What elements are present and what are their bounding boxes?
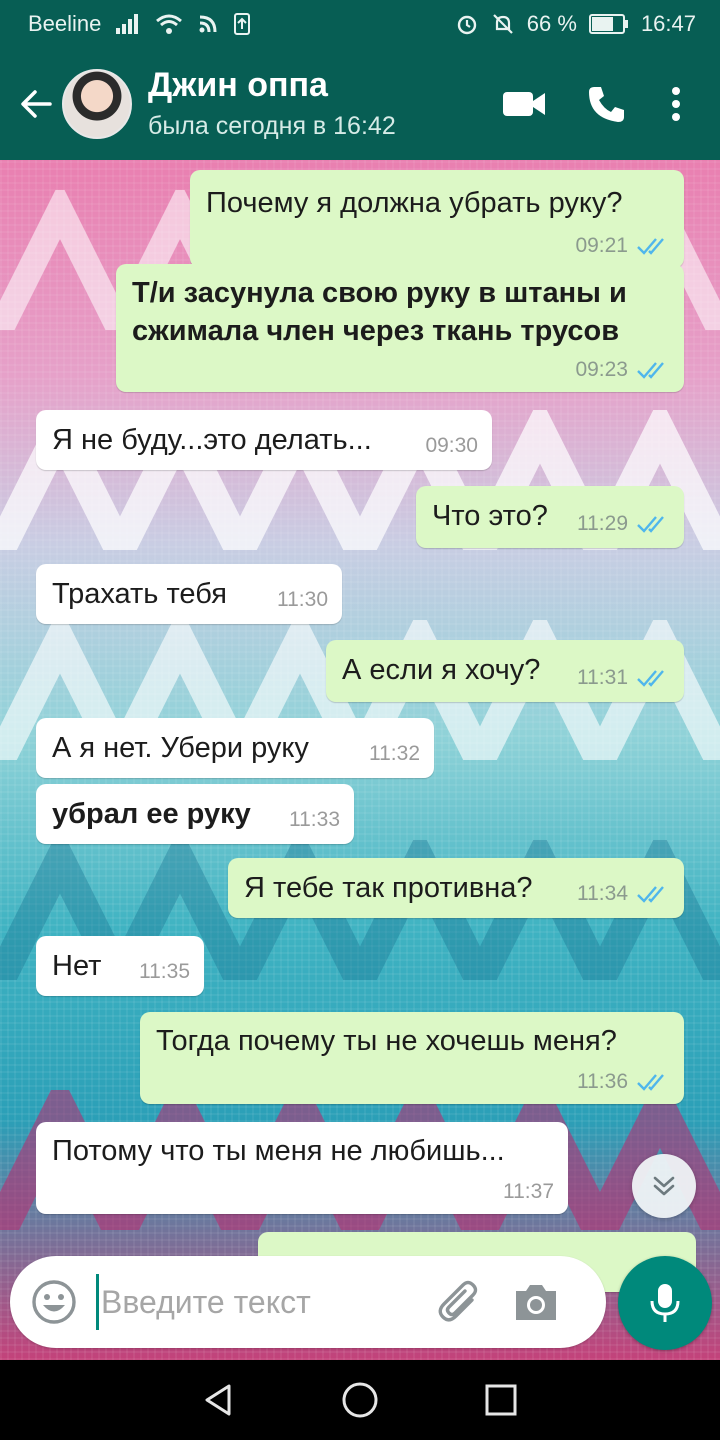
home-circle-icon[interactable] bbox=[340, 1380, 380, 1420]
message-time: 11:34 bbox=[577, 882, 628, 905]
back-button[interactable] bbox=[8, 76, 64, 132]
message-outgoing[interactable]: А если я хочу? 11:31 bbox=[326, 640, 684, 702]
attach-icon[interactable] bbox=[434, 1276, 486, 1328]
message-outgoing[interactable]: Я тебе так противна? 11:34 bbox=[228, 858, 684, 918]
message-time: 11:32 bbox=[369, 742, 420, 765]
mute-bell-icon bbox=[493, 14, 513, 34]
system-nav-bar bbox=[0, 1360, 720, 1440]
status-bar: Beeline 66 % 16:47 bbox=[0, 0, 720, 48]
camera-icon[interactable] bbox=[510, 1276, 562, 1328]
double-check-icon bbox=[637, 1074, 664, 1091]
message-time: 11:31 bbox=[577, 666, 628, 689]
phone-icon bbox=[589, 87, 624, 122]
message-incoming[interactable]: Я не буду...это делать... 09:30 bbox=[36, 410, 492, 470]
more-vert-icon bbox=[672, 87, 680, 121]
more-options-button[interactable] bbox=[644, 72, 708, 136]
wifi-icon bbox=[156, 14, 183, 34]
double-check-icon bbox=[637, 238, 664, 255]
message-time: 11:36 bbox=[577, 1070, 628, 1093]
message-time: 11:29 bbox=[577, 512, 628, 535]
chat-area[interactable]: Почему я должна убрать руку? 09:21 Т/и з… bbox=[0, 160, 720, 1360]
recents-square-icon[interactable] bbox=[483, 1382, 519, 1418]
battery-icon bbox=[588, 14, 628, 34]
message-text: Почему я должна убрать руку? bbox=[206, 187, 623, 219]
video-call-button[interactable] bbox=[492, 72, 556, 136]
message-text: Я не буду...это делать... bbox=[52, 424, 372, 456]
clock: 16:47 bbox=[640, 11, 696, 36]
alarm-icon bbox=[457, 15, 476, 35]
message-composer bbox=[10, 1256, 606, 1348]
message-text: Тогда почему ты не хочешь меня? bbox=[156, 1025, 617, 1057]
contact-name: Джин оппа bbox=[148, 66, 328, 104]
message-text: Т/и засунула свою руку в штаны и сжимала… bbox=[132, 277, 627, 347]
message-time: 09:23 bbox=[575, 358, 628, 381]
contact-info[interactable]: Джин оппа была сегодня в 16:42 bbox=[148, 65, 492, 143]
double-check-icon bbox=[637, 516, 664, 533]
message-incoming[interactable]: убрал ее руку 11:33 bbox=[36, 784, 354, 844]
message-incoming[interactable]: Нет 11:35 bbox=[36, 936, 204, 996]
avatar[interactable] bbox=[62, 69, 132, 139]
signal-icon bbox=[116, 14, 139, 34]
double-check-icon bbox=[637, 670, 664, 687]
message-time: 11:35 bbox=[139, 960, 190, 983]
last-seen-status: была сегодня в 16:42 bbox=[148, 112, 396, 140]
double-check-icon bbox=[637, 362, 664, 379]
message-outgoing[interactable]: Что это? 11:29 bbox=[416, 486, 684, 548]
voice-call-button[interactable] bbox=[574, 72, 638, 136]
battery-percent: 66 % bbox=[526, 11, 577, 36]
back-triangle-icon[interactable] bbox=[201, 1382, 237, 1418]
double-check-icon bbox=[637, 886, 664, 903]
message-time: 11:33 bbox=[289, 808, 340, 831]
video-call-icon bbox=[503, 92, 545, 116]
message-outgoing[interactable]: Тогда почему ты не хочешь меня? 11:36 bbox=[140, 1012, 684, 1104]
message-incoming[interactable]: Трахать тебя 11:30 bbox=[36, 564, 342, 624]
emoji-icon[interactable] bbox=[30, 1278, 78, 1326]
chat-header: Джин оппа была сегодня в 16:42 bbox=[0, 48, 720, 160]
message-outgoing[interactable]: Почему я должна убрать руку? 09:21 bbox=[190, 170, 684, 268]
chevron-double-down-icon bbox=[653, 1176, 675, 1196]
message-time: 11:37 bbox=[503, 1180, 554, 1203]
upload-icon bbox=[234, 13, 251, 35]
message-input[interactable] bbox=[96, 1274, 426, 1330]
message-time: 09:30 bbox=[425, 434, 478, 457]
carrier-name: Beeline bbox=[28, 11, 102, 36]
message-text: Потому что ты меня не любишь... bbox=[52, 1135, 505, 1167]
mic-icon bbox=[650, 1284, 680, 1322]
scroll-to-bottom-button[interactable] bbox=[632, 1154, 696, 1218]
message-text: А я нет. Убери руку bbox=[52, 732, 309, 764]
voice-record-button[interactable] bbox=[618, 1256, 712, 1350]
nfc-icon bbox=[199, 15, 217, 33]
message-time: 09:21 bbox=[575, 234, 628, 257]
message-incoming[interactable]: А я нет. Убери руку 11:32 bbox=[36, 718, 434, 778]
message-time: 11:30 bbox=[277, 588, 328, 611]
message-outgoing[interactable]: Т/и засунула свою руку в штаны и сжимала… bbox=[116, 264, 684, 392]
message-incoming[interactable]: Потому что ты меня не любишь... 11:37 bbox=[36, 1122, 568, 1214]
back-arrow-icon bbox=[21, 90, 52, 118]
